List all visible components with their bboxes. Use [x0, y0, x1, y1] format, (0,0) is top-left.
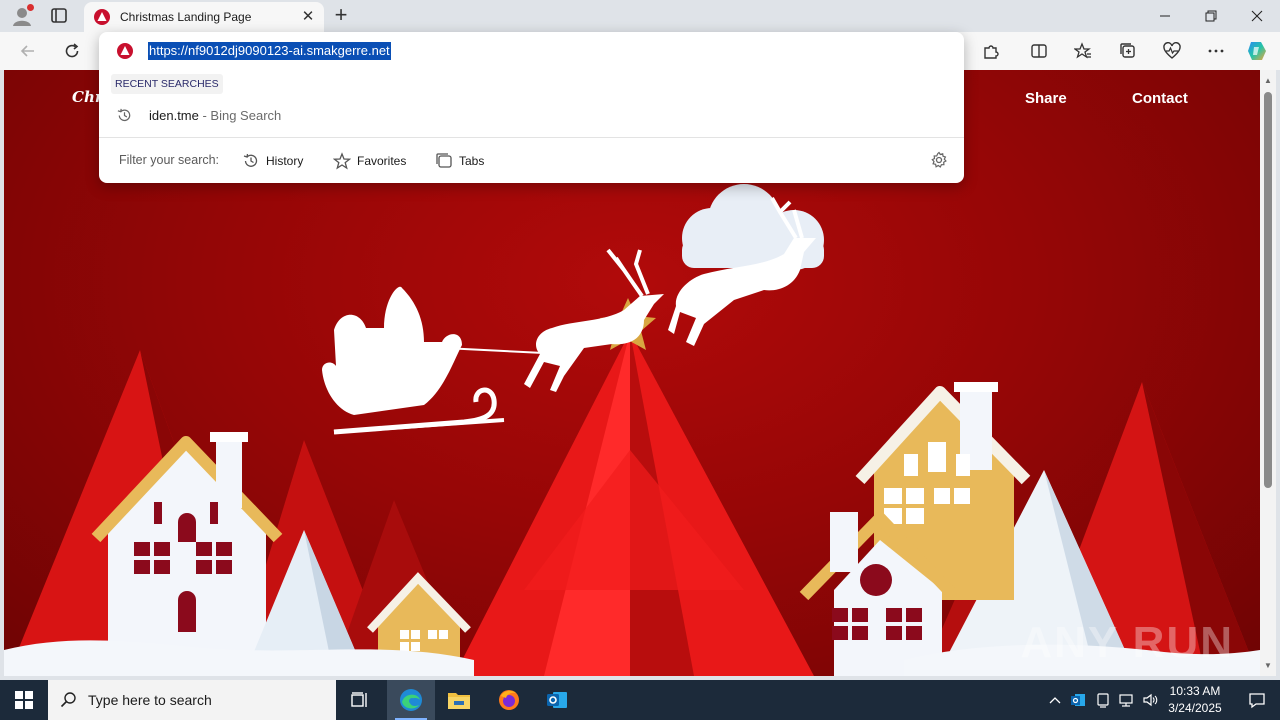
collections-button[interactable]	[1116, 39, 1140, 63]
outlook-tray-icon	[1071, 694, 1085, 706]
tray-network-icon[interactable]	[1116, 680, 1136, 720]
site-favicon-icon	[94, 9, 110, 25]
scroll-up-arrow-icon[interactable]: ▲	[1264, 76, 1272, 85]
clock-time: 10:33 AM	[1169, 684, 1221, 698]
task-view-button[interactable]	[336, 680, 384, 720]
filter-favorites-label: Favorites	[357, 154, 407, 168]
heart-pulse-icon	[1163, 42, 1181, 59]
suggestion-query: iden.tme	[149, 108, 199, 123]
back-button[interactable]	[16, 39, 40, 63]
site-favicon-icon	[117, 43, 133, 59]
more-dots-icon	[1208, 49, 1224, 53]
edge-browser-icon	[400, 689, 422, 711]
windows-logo-icon	[15, 691, 33, 709]
page-scrollbar[interactable]: ▲ ▼	[1260, 70, 1276, 676]
minimize-button[interactable]	[1142, 0, 1188, 32]
anyrun-watermark: ANY RUN	[1020, 618, 1234, 667]
split-screen-icon	[1031, 44, 1047, 58]
chevron-up-icon	[1049, 697, 1061, 704]
copilot-button[interactable]	[1245, 39, 1269, 63]
tab-strip: Christmas Landing Page ✕ +	[0, 0, 1280, 32]
windows-taskbar: Type here to search 10:33 AM 3/24/2025	[0, 680, 1280, 720]
search-icon	[60, 692, 76, 708]
taskbar-outlook-button[interactable]	[533, 680, 581, 720]
back-arrow-icon	[20, 45, 34, 57]
tab-title: Christmas Landing Page	[120, 10, 252, 24]
extensions-button[interactable]	[979, 39, 1003, 63]
folder-icon	[448, 693, 470, 709]
scroll-down-arrow-icon[interactable]: ▼	[1264, 661, 1272, 670]
start-button[interactable]	[0, 680, 48, 720]
dropdown-divider	[99, 137, 964, 138]
tray-volume-icon[interactable]	[1140, 680, 1160, 720]
suggestion-item[interactable]: iden.tme - Bing Search	[99, 100, 964, 130]
close-window-button[interactable]	[1234, 0, 1280, 32]
tray-device-icon[interactable]	[1093, 680, 1113, 720]
filter-history-label: History	[266, 154, 304, 168]
profile-button[interactable]	[10, 4, 34, 28]
suggestion-source: - Bing Search	[198, 108, 282, 123]
refresh-button[interactable]	[60, 39, 84, 63]
star-list-icon	[1074, 42, 1091, 59]
star-icon	[333, 152, 351, 170]
filter-history-button[interactable]: History	[242, 151, 303, 171]
task-view-icon	[351, 692, 367, 707]
recent-searches-label: RECENT SEARCHES	[111, 74, 223, 94]
tab-actions-button[interactable]	[50, 7, 70, 25]
filter-tabs-button[interactable]: Tabs	[435, 151, 484, 171]
restore-button[interactable]	[1188, 0, 1234, 32]
filter-favorites-button[interactable]: Favorites	[333, 151, 406, 171]
address-bar-dropdown: https://nf9012dj9090123-ai.smakgerre.net…	[99, 32, 964, 183]
close-window-icon	[1251, 10, 1263, 22]
taskbar-search-placeholder: Type here to search	[88, 692, 212, 708]
restore-icon	[1205, 10, 1217, 22]
active-tab[interactable]: Christmas Landing Page ✕	[84, 2, 324, 32]
new-tab-button[interactable]: +	[330, 4, 352, 27]
filter-tabs-label: Tabs	[459, 154, 485, 168]
close-tab-icon[interactable]: ✕	[300, 9, 316, 25]
taskbar-edge-button[interactable]	[387, 680, 435, 720]
address-bar[interactable]: https://nf9012dj9090123-ai.smakgerre.net	[99, 32, 964, 70]
notification-center-button[interactable]	[1234, 680, 1280, 720]
history-clock-icon	[117, 108, 131, 122]
favorites-button[interactable]	[1071, 39, 1095, 63]
nav-contact-link[interactable]: Contact	[1132, 90, 1188, 107]
tab-actions-icon	[51, 8, 67, 23]
notification-icon	[1249, 693, 1265, 709]
puzzle-icon	[984, 45, 999, 59]
collections-icon	[1120, 43, 1135, 58]
taskbar-firefox-button[interactable]	[485, 680, 533, 720]
browser-essentials-button[interactable]	[1160, 39, 1184, 63]
taskbar-file-explorer-button[interactable]	[435, 680, 483, 720]
nav-share-link[interactable]: Share	[1025, 90, 1067, 107]
outlook-icon	[547, 692, 567, 708]
tray-outlook-icon[interactable]	[1068, 680, 1088, 720]
taskbar-clock[interactable]: 10:33 AM 3/24/2025	[1162, 683, 1228, 717]
minimize-icon	[1160, 15, 1170, 17]
refresh-icon	[65, 43, 79, 58]
firefox-icon	[499, 690, 519, 710]
gear-icon[interactable]	[930, 151, 948, 169]
copilot-icon	[1248, 42, 1266, 60]
profile-notification-dot	[27, 4, 34, 11]
tabs-icon	[436, 153, 452, 168]
clock-date: 3/24/2025	[1168, 701, 1222, 715]
device-icon	[1097, 693, 1109, 708]
settings-more-button[interactable]	[1204, 39, 1228, 63]
speaker-icon	[1143, 693, 1158, 707]
network-icon	[1119, 694, 1133, 707]
scrollbar-thumb[interactable]	[1264, 92, 1272, 488]
address-url-input[interactable]: https://nf9012dj9090123-ai.smakgerre.net	[148, 42, 391, 60]
split-screen-button[interactable]	[1027, 39, 1051, 63]
filter-search-label: Filter your search:	[119, 153, 220, 167]
history-clock-icon	[243, 153, 258, 167]
show-hidden-icons-button[interactable]	[1046, 680, 1064, 720]
taskbar-search-box[interactable]: Type here to search	[48, 680, 336, 720]
